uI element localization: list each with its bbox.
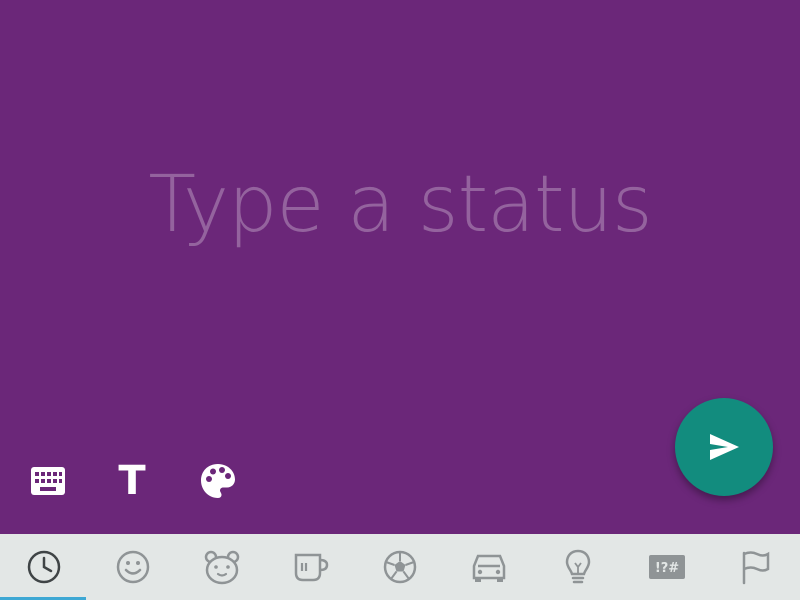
emoji-tab-flags[interactable] bbox=[725, 537, 785, 597]
emoji-tab-smileys[interactable] bbox=[103, 537, 163, 597]
palette-icon bbox=[201, 464, 235, 498]
status-input[interactable] bbox=[0, 150, 800, 260]
soccer-ball-icon bbox=[383, 550, 417, 584]
keyboard-icon bbox=[31, 467, 65, 495]
text-style-label: T bbox=[118, 458, 146, 504]
keyboard-button[interactable] bbox=[22, 455, 74, 507]
cup-icon bbox=[294, 553, 329, 582]
emoji-tab-activities[interactable] bbox=[370, 537, 430, 597]
emoji-category-bar: !?# bbox=[0, 534, 800, 600]
send-button[interactable] bbox=[675, 398, 773, 496]
emoji-tab-recent[interactable] bbox=[14, 537, 74, 597]
emoji-tab-symbols[interactable]: !?# bbox=[637, 537, 697, 597]
symbols-icon: !?# bbox=[648, 555, 685, 579]
lightbulb-icon bbox=[565, 549, 590, 584]
text-style-button[interactable]: T bbox=[106, 455, 158, 507]
smiley-icon bbox=[117, 550, 150, 584]
emoji-tab-travel[interactable] bbox=[459, 537, 519, 597]
color-palette-button[interactable] bbox=[192, 455, 244, 507]
emoji-tab-animals[interactable] bbox=[192, 537, 252, 597]
send-icon bbox=[710, 434, 739, 460]
symbols-label: !?# bbox=[654, 561, 678, 576]
bear-icon bbox=[204, 550, 240, 585]
car-icon bbox=[472, 554, 506, 582]
status-canvas[interactable]: T bbox=[0, 0, 800, 534]
flag-icon bbox=[743, 551, 770, 585]
clock-icon bbox=[28, 550, 61, 584]
emoji-tab-objects[interactable] bbox=[548, 537, 608, 597]
emoji-tab-food[interactable] bbox=[281, 537, 341, 597]
